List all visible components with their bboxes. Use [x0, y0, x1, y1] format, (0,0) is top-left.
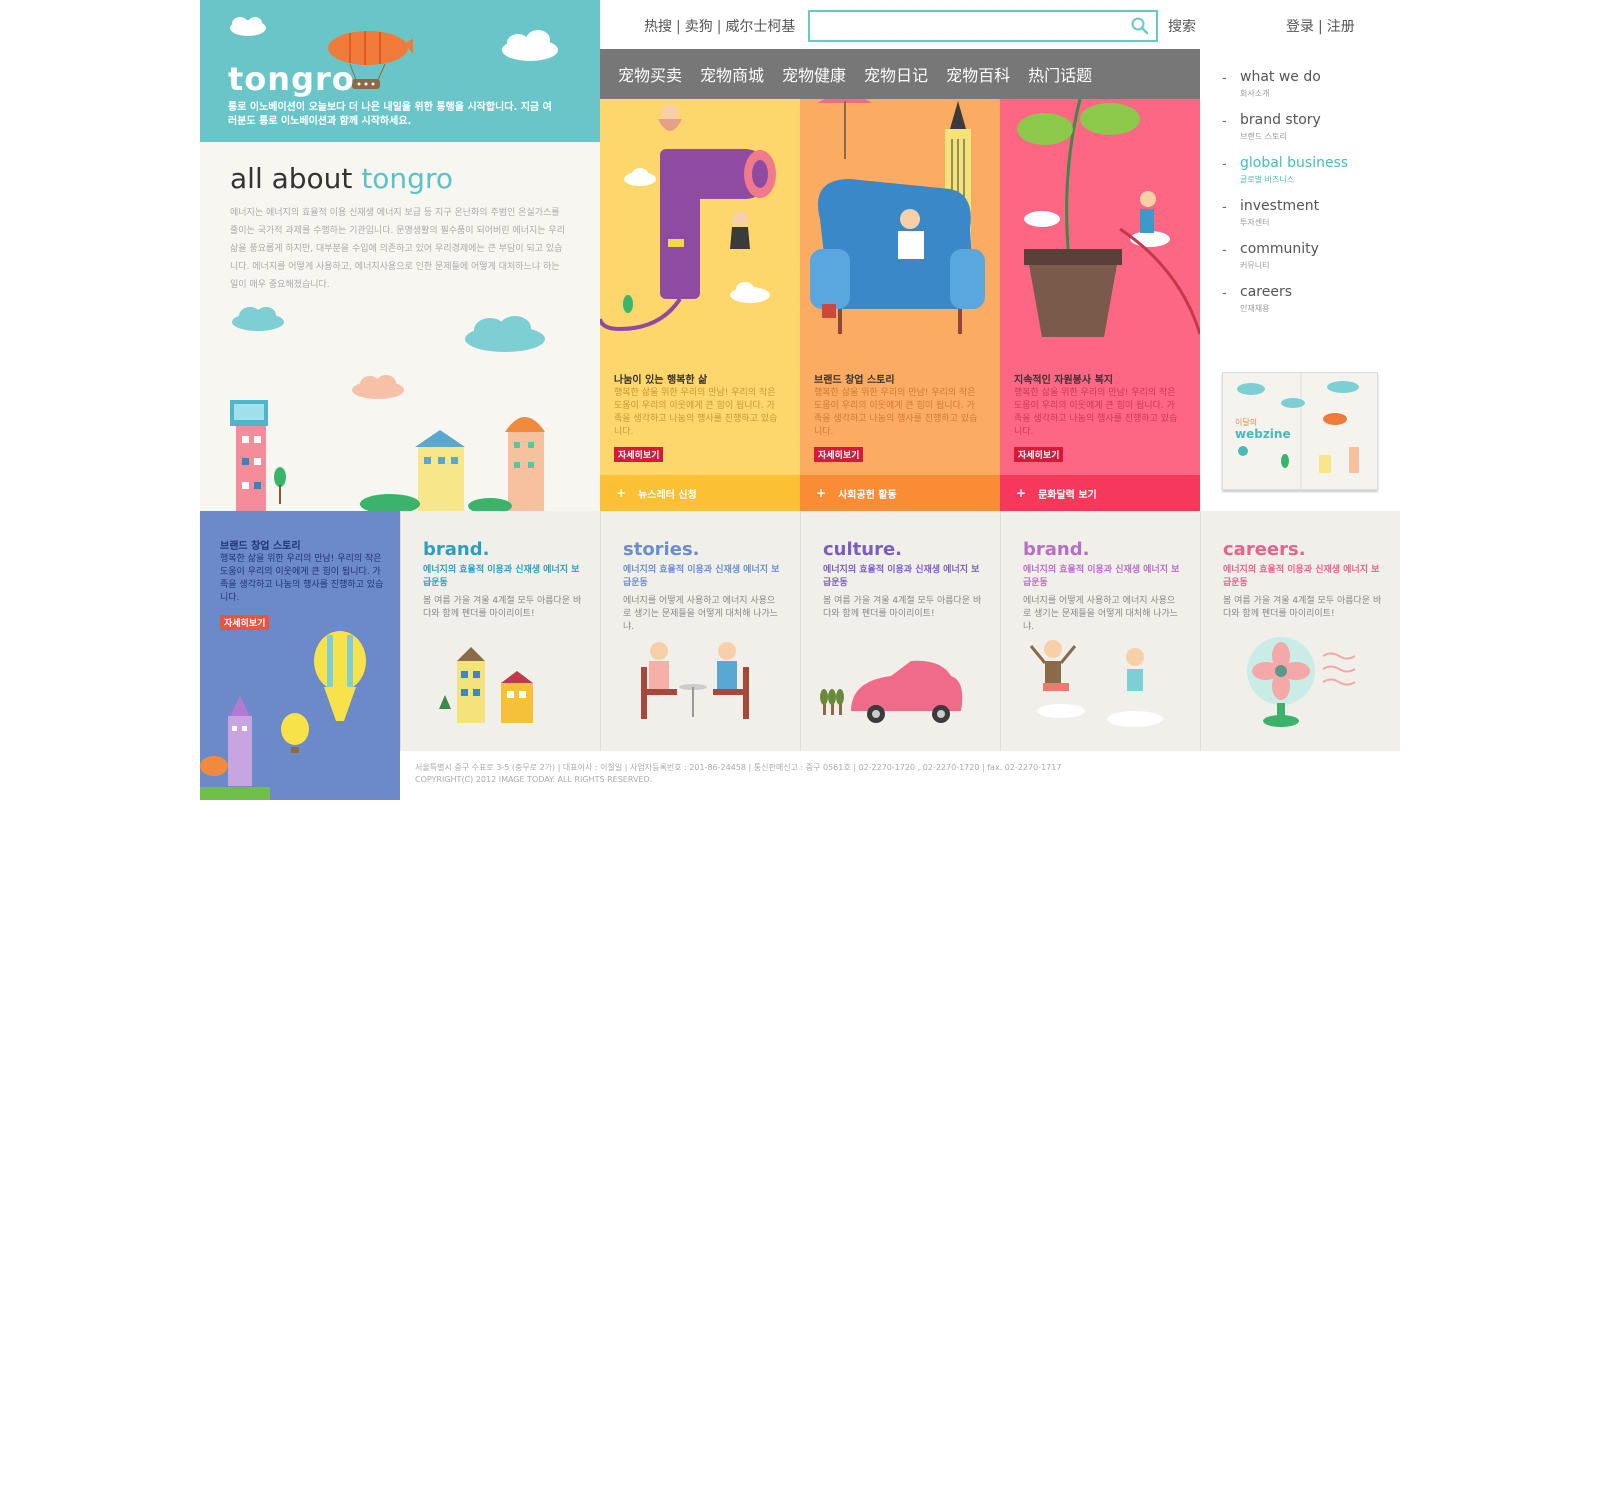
jumping-people-illustration: [1029, 640, 1163, 727]
login-link[interactable]: 登录: [1286, 19, 1314, 35]
brand-logo[interactable]: tongro: [228, 60, 355, 98]
footer-address: 서울특별시 중구 수표로 3-5 (충무로 2가) | 대표이사 : 이철일 |…: [415, 763, 1062, 772]
sidebar-item-investment[interactable]: - investment 투자센터: [1222, 198, 1348, 228]
nav-item-pet-health[interactable]: 宠物健康: [782, 62, 846, 86]
balloon-illustration: [200, 631, 366, 800]
car-illustration: [820, 660, 963, 723]
promo-panel-volunteer: 지속적인 자원봉사 복지 행복한 삶을 위한 우리의 만남! 우리의 작은 도움…: [1000, 99, 1200, 511]
auth-links: 登录 | 注册: [1286, 19, 1355, 35]
hot-link[interactable]: 热搜: [644, 19, 672, 35]
panel-desc: 행복한 삶을 위한 우리의 만남! 우리의 작은 도움이 우리의 이웃에게 큰 …: [1014, 388, 1178, 437]
site-footer: 서울특별시 중구 수표로 3-5 (충무로 2가) | 대표이사 : 이철일 |…: [415, 762, 1175, 786]
search-button[interactable]: 搜索: [1168, 16, 1196, 36]
content-card-careers[interactable]: careers. 에너지의 효율적 이용과 신재생 에너지 보급운동 봄 여름 …: [1200, 511, 1400, 751]
nav-item-pet-trade[interactable]: 宠物买卖: [618, 62, 682, 86]
search-box: [808, 10, 1158, 42]
nav-item-hot-topics[interactable]: 热门话题: [1028, 62, 1092, 86]
content-card-stories[interactable]: stories. 에너지의 효율적 이용과 신재생 에너지 보급운동 에너지를 …: [600, 511, 800, 751]
main-nav: 宠物买卖 宠物商城 宠物健康 宠物日记 宠物百科 热门话题: [600, 49, 1200, 99]
panel-footer-link[interactable]: + 뉴스레터 신청: [600, 475, 800, 511]
panel-footer-link[interactable]: + 사회공헌 활동: [800, 475, 1000, 511]
armchair-illustration: [810, 99, 985, 334]
sidebar-item-global-business[interactable]: - global business 글로벌 비즈니스: [1222, 155, 1348, 185]
view-more-button[interactable]: 자세히보기: [614, 447, 664, 462]
content-card-brand-2[interactable]: brand. 에너지의 효율적 이용과 신재생 에너지 보급운동 에너지를 어떻…: [1000, 511, 1200, 751]
nav-item-pet-mall[interactable]: 宠物商城: [700, 62, 764, 86]
webzine-label: webzine: [1235, 427, 1291, 441]
nav-item-pet-encyclopedia[interactable]: 宠物百科: [946, 62, 1010, 86]
brand-banner: tongro 통로 이노베이션이 오늘보다 더 나은 내일을 위한 통행을 시작…: [200, 0, 600, 142]
hot-link[interactable]: 威尔士柯基: [725, 19, 795, 35]
view-more-button[interactable]: 자세히보기: [1014, 447, 1064, 462]
right-sidebar: - what we do 회사소개 - brand story 브랜드 스토리 - glo…: [1200, 49, 1400, 511]
content-card-brand[interactable]: brand. 에너지의 효율적 이용과 신재생 에너지 보급운동 봄 여름 가을…: [400, 511, 600, 751]
promo-panel-brand-story: 브랜드 창업 스토리 행복한 삶을 위한 우리의 만남! 우리의 작은 도움이 …: [800, 99, 1000, 511]
panel-title: 나눔이 있는 행복한 삶: [614, 375, 708, 386]
couple-cafe-illustration: [641, 642, 749, 719]
footer-copyright: COPYRIGHT(C) 2012 IMAGE TODAY. ALL RIGHT…: [415, 775, 653, 784]
city-illustration: [230, 307, 545, 512]
panel-desc: 행복한 삶을 위한 우리의 만남! 우리의 작은 도움이 우리의 이웃에게 큰 …: [614, 388, 778, 437]
hot-link[interactable]: 卖狗: [685, 19, 713, 35]
search-icon[interactable]: [1130, 16, 1150, 36]
about-section: all about tongro 에너지는 에너지의 효율적 이용 신재생 에너…: [200, 142, 600, 512]
plant-pot-illustration: [1017, 99, 1200, 337]
promo-panel-sharing: 나눔이 있는 행복한 삶 행복한 삶을 위한 우리의 만남! 우리의 작은 도움…: [600, 99, 800, 511]
plus-icon: +: [816, 486, 827, 500]
webzine-banner[interactable]: 이달의 webzine: [1222, 372, 1378, 491]
brand-tagline: 통로 이노베이션이 오늘보다 더 나은 내일을 위한 통행을 시작합니다. 지금…: [228, 102, 552, 127]
sidebar-item-what-we-do[interactable]: - what we do 회사소개: [1222, 69, 1348, 99]
sidebar-item-community[interactable]: - community 커뮤니티: [1222, 241, 1348, 271]
panel-footer-link[interactable]: + 문화달력 보기: [1000, 475, 1200, 511]
plus-icon: +: [616, 486, 627, 500]
content-card-culture[interactable]: culture. 에너지의 효율적 이용과 신재생 에너지 보급운동 봄 여름 …: [800, 511, 1000, 751]
search-input[interactable]: [810, 12, 1120, 40]
hot-search-links: 热搜 | 卖狗 | 威尔士柯基: [644, 19, 796, 35]
houses-illustration: [439, 647, 533, 723]
panel-title: 브랜드 창업 스토리: [814, 375, 895, 386]
view-more-button[interactable]: 자세히보기: [814, 447, 864, 462]
page: 热搜 | 卖狗 | 威尔士柯基 搜索 登录 | 注册 tongro 통로 이노베이션이 오늘…: [200, 0, 1400, 800]
panel-title: 지속적인 자원봉사 복지: [1014, 375, 1113, 386]
feature-card-brand-story: 브랜드 창업 스토리 행복한 삶을 위한 우리의 만남! 우리의 작은 도움이 …: [200, 511, 400, 800]
hairdryer-illustration: [600, 104, 776, 332]
register-link[interactable]: 注册: [1327, 19, 1355, 35]
panel-desc: 행복한 삶을 위한 우리의 만남! 우리의 작은 도움이 우리의 이웃에게 큰 …: [814, 388, 978, 437]
nav-item-pet-diary[interactable]: 宠物日记: [864, 62, 928, 86]
fan-illustration: [1247, 637, 1356, 727]
plus-icon: +: [1016, 486, 1027, 500]
sidebar-item-brand-story[interactable]: - brand story 브랜드 스토리: [1222, 112, 1348, 142]
sidebar-menu: - what we do 회사소개 - brand story 브랜드 스토리 - glo…: [1222, 69, 1348, 327]
sidebar-item-careers[interactable]: - careers 인재채용: [1222, 284, 1348, 314]
